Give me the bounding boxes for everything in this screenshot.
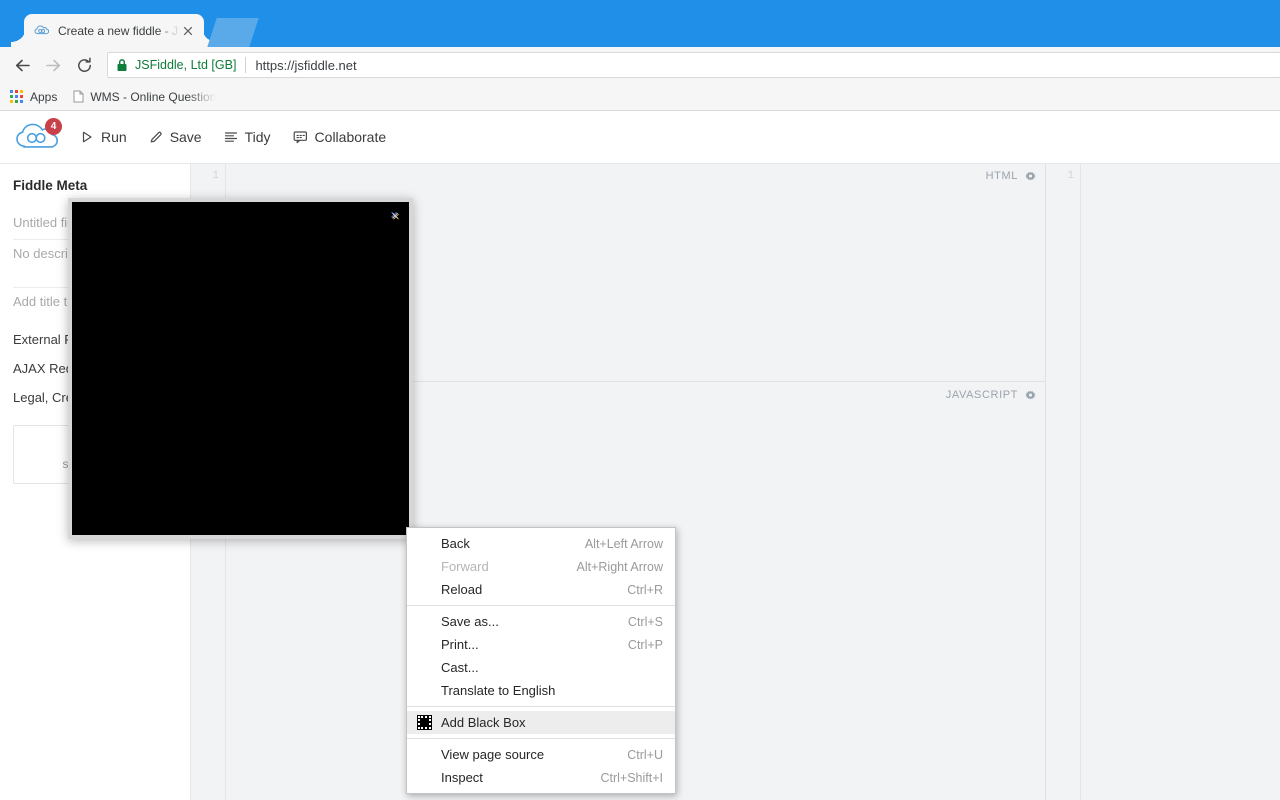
context-menu-item-shortcut: Ctrl+P	[627, 637, 663, 652]
notification-badge: 4	[45, 118, 62, 135]
context-menu-item-label: Reload	[441, 582, 483, 597]
css-line-number: 1	[1067, 170, 1074, 182]
context-menu-item-label: Add Black Box	[441, 715, 526, 730]
context-menu-item-shortcut: Ctrl+U	[627, 747, 663, 762]
context-menu-item-view-page-source[interactable]: View page source Ctrl+U	[407, 743, 675, 766]
context-menu-separator	[407, 605, 675, 606]
address-bar[interactable]: JSFiddle, Ltd [GB] https://jsfiddle.net	[107, 52, 1280, 78]
context-menu-item-reload[interactable]: Reload Ctrl+R	[407, 578, 675, 601]
context-menu-item-cast[interactable]: Cast...	[407, 656, 675, 679]
html-panel-label-text: HTML	[985, 170, 1018, 182]
chat-icon	[293, 130, 308, 144]
jsfiddle-logo-icon[interactable]: 4	[16, 118, 62, 154]
context-menu-item-translate-to-english[interactable]: Translate to English	[407, 679, 675, 702]
html-line-number: 1	[212, 170, 219, 182]
apps-grid-icon	[10, 90, 23, 103]
context-menu-item-label: Print...	[441, 637, 479, 652]
css-editor-gutter: 1	[1046, 164, 1081, 800]
black-box-close-icon[interactable]: ×	[388, 209, 402, 223]
context-menu-item-label: Translate to English	[441, 683, 556, 698]
context-menu-item-save-as[interactable]: Save as... Ctrl+S	[407, 610, 675, 633]
browser-toolbar: JSFiddle, Ltd [GB] https://jsfiddle.net	[0, 47, 1280, 83]
back-arrow-icon[interactable]	[8, 51, 36, 79]
context-menu-item-add-black-box[interactable]: Add Black Box	[407, 711, 675, 734]
context-menu-item-shortcut: Ctrl+Shift+I	[600, 770, 663, 785]
bookmarks-bar: Apps WMS - Online Question	[0, 83, 1280, 111]
context-menu-separator	[407, 706, 675, 707]
forward-arrow-icon	[39, 51, 67, 79]
bookmark-apps-label: Apps	[30, 89, 58, 104]
context-menu-item-print[interactable]: Print... Ctrl+P	[407, 633, 675, 656]
black-box-overlay[interactable]: ×	[68, 198, 413, 539]
context-menu-item-label: Save as...	[441, 614, 499, 629]
context-menu-separator	[407, 738, 675, 739]
tidy-button[interactable]: Tidy	[224, 122, 271, 152]
run-button-label: Run	[101, 129, 127, 145]
context-menu-item-label: Inspect	[441, 770, 483, 785]
jsfiddle-toolbar: 4 Run Save Tidy Collaborate	[0, 111, 1280, 164]
browser-tab[interactable]: Create a new fiddle - JSFiddle	[11, 14, 217, 47]
gear-icon[interactable]	[1025, 171, 1036, 182]
lines-icon	[224, 130, 238, 144]
context-menu-item-back[interactable]: Back Alt+Left Arrow	[407, 532, 675, 555]
pencil-icon	[149, 130, 163, 144]
bookmark-wms[interactable]: WMS - Online Question	[73, 90, 216, 104]
save-button-label: Save	[169, 129, 202, 145]
bookmark-apps[interactable]: Apps	[10, 90, 57, 104]
browser-window: Create a new fiddle - JSFiddle	[0, 0, 1280, 800]
tab-close-icon[interactable]	[180, 23, 196, 39]
document-icon	[73, 90, 84, 103]
context-menu-item-shortcut: Ctrl+S	[627, 614, 663, 629]
collaborate-button-label: Collaborate	[314, 129, 387, 145]
css-editor-panel[interactable]: 1	[1045, 164, 1280, 800]
gear-icon[interactable]	[1025, 390, 1036, 401]
black-box-icon	[407, 715, 441, 730]
black-box-glyph	[416, 715, 432, 730]
javascript-panel-label: JAVASCRIPT	[946, 389, 1036, 401]
tidy-button-label: Tidy	[244, 129, 271, 145]
browser-titlebar: Create a new fiddle - JSFiddle	[0, 0, 1280, 47]
omnibox-separator	[245, 57, 247, 73]
page-title: Fiddle Meta	[13, 178, 88, 193]
tab-title: Create a new fiddle - JSFiddle	[58, 23, 180, 38]
context-menu-item-inspect[interactable]: Inspect Ctrl+Shift+I	[407, 766, 675, 789]
reload-icon[interactable]	[70, 51, 98, 79]
play-icon	[80, 130, 94, 144]
context-menu-item-forward: Forward Alt+Right Arrow	[407, 555, 675, 578]
run-button[interactable]: Run	[80, 122, 127, 152]
html-panel-label: HTML	[986, 170, 1036, 182]
javascript-panel-label-text: JAVASCRIPT	[945, 389, 1018, 401]
context-menu-item-shortcut: Alt+Left Arrow	[584, 536, 663, 551]
new-tab-button[interactable]	[207, 18, 259, 47]
collaborate-button[interactable]: Collaborate	[293, 122, 387, 152]
context-menu-item-label: View page source	[441, 747, 545, 762]
context-menu-item-label: Cast...	[441, 660, 479, 675]
context-menu-item-label: Back	[441, 536, 470, 551]
bookmark-wms-label: WMS - Online Question	[90, 89, 217, 104]
jsfiddle-favicon	[34, 22, 51, 39]
page-content: 4 Run Save Tidy Collaborate Fiddle Meta …	[0, 111, 1280, 800]
site-identity: JSFiddle, Ltd [GB]	[135, 58, 237, 72]
context-menu-item-shortcut: Ctrl+R	[627, 582, 663, 597]
context-menu-item-shortcut: Alt+Right Arrow	[576, 559, 664, 574]
save-button[interactable]: Save	[149, 122, 202, 152]
context-menu-item-label: Forward	[441, 559, 489, 574]
browser-context-menu[interactable]: Back Alt+Left Arrow Forward Alt+Right Arrow…	[406, 527, 676, 794]
address-bar-url: https://jsfiddle.net	[255, 57, 357, 73]
lock-icon	[116, 58, 128, 72]
